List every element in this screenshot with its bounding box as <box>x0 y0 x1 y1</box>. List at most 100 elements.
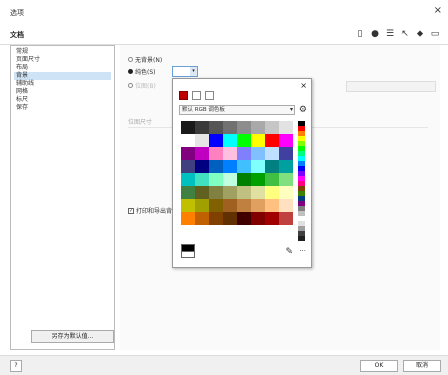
color-swatch[interactable] <box>279 186 293 199</box>
tree-item[interactable]: 网格 <box>14 88 111 96</box>
color-swatch[interactable] <box>181 147 195 160</box>
color-swatch[interactable] <box>237 147 251 160</box>
color-swatch[interactable] <box>279 147 293 160</box>
color-swatch[interactable] <box>209 186 223 199</box>
color-swatch[interactable] <box>181 186 195 199</box>
cancel-button[interactable]: 取消 <box>403 360 441 372</box>
color-swatch[interactable] <box>279 121 293 134</box>
color-swatch[interactable] <box>265 199 279 212</box>
browse-button[interactable] <box>346 81 436 92</box>
tree-item[interactable]: 页面尺寸 <box>14 56 111 64</box>
tree-item[interactable]: 辅助线 <box>14 80 111 88</box>
color-swatch[interactable] <box>181 212 195 225</box>
pin-icon[interactable]: ⬥ <box>415 28 425 40</box>
tree-item[interactable]: 标尺 <box>14 96 111 104</box>
color-swatch[interactable] <box>195 199 209 212</box>
color-swatch[interactable] <box>223 121 237 134</box>
color-swatch[interactable] <box>195 134 209 147</box>
help-button[interactable]: ? <box>10 360 22 372</box>
more-options-icon[interactable]: ··· <box>299 247 306 255</box>
eyedropper-icon[interactable]: ✎ <box>285 247 293 257</box>
color-swatch[interactable] <box>265 134 279 147</box>
color-swatch[interactable] <box>223 160 237 173</box>
color-swatch[interactable] <box>195 186 209 199</box>
color-swatch[interactable] <box>223 212 237 225</box>
color-swatch[interactable] <box>209 160 223 173</box>
palette-select[interactable]: 默认 RGB 调色板 ▾ <box>179 105 295 115</box>
color-picker-button[interactable]: ▾ <box>172 66 198 77</box>
color-swatch[interactable] <box>237 212 251 225</box>
color-swatch[interactable] <box>237 199 251 212</box>
color-swatch[interactable] <box>181 121 195 134</box>
color-swatch[interactable] <box>237 134 251 147</box>
color-swatch[interactable] <box>237 160 251 173</box>
color-swatch[interactable] <box>279 173 293 186</box>
color-swatch[interactable] <box>209 199 223 212</box>
page-icon[interactable]: ▯ <box>355 28 365 40</box>
color-swatch[interactable] <box>209 121 223 134</box>
color-swatch[interactable] <box>195 173 209 186</box>
color-swatch[interactable] <box>279 212 293 225</box>
color-sliders-tab[interactable] <box>192 91 201 100</box>
color-swatch[interactable] <box>223 186 237 199</box>
pointer-icon[interactable]: ↖ <box>400 28 410 40</box>
color-swatch[interactable] <box>209 212 223 225</box>
tree-item[interactable]: 布局 <box>14 64 111 72</box>
close-icon[interactable]: × <box>300 81 307 90</box>
color-strip-swatch[interactable] <box>298 236 305 241</box>
color-swatch[interactable] <box>251 173 265 186</box>
tree-item[interactable]: 常规 <box>14 48 111 56</box>
color-swatch[interactable] <box>195 121 209 134</box>
color-swatch[interactable] <box>181 134 195 147</box>
color-swatch[interactable] <box>237 186 251 199</box>
color-swatch[interactable] <box>265 173 279 186</box>
monitor-icon[interactable]: ▭ <box>430 28 440 40</box>
color-swatch[interactable] <box>209 147 223 160</box>
color-palettes-tab[interactable] <box>205 91 214 100</box>
color-swatch[interactable] <box>265 121 279 134</box>
gear-icon[interactable]: ⚙ <box>299 105 307 115</box>
color-swatch[interactable] <box>223 134 237 147</box>
color-viewer-tab[interactable] <box>179 91 188 100</box>
checkbox-checked-icon[interactable]: ✓ <box>128 207 134 214</box>
color-swatch[interactable] <box>251 147 265 160</box>
color-swatch[interactable] <box>279 160 293 173</box>
color-swatch[interactable] <box>279 134 293 147</box>
color-swatch[interactable] <box>265 160 279 173</box>
color-swatch[interactable] <box>181 173 195 186</box>
color-swatch[interactable] <box>209 173 223 186</box>
list-icon[interactable]: ☰ <box>385 28 395 40</box>
color-swatch[interactable] <box>251 199 265 212</box>
bitmap-option[interactable]: 位图(B) <box>128 81 156 90</box>
color-swatch[interactable] <box>195 147 209 160</box>
color-swatch[interactable] <box>265 186 279 199</box>
radio-selected-icon[interactable] <box>128 69 133 74</box>
color-swatch[interactable] <box>223 199 237 212</box>
tree-item[interactable]: 背景 <box>14 72 111 80</box>
color-swatch[interactable] <box>181 199 195 212</box>
color-swatch[interactable] <box>209 134 223 147</box>
color-swatch[interactable] <box>265 212 279 225</box>
radio-icon[interactable] <box>128 83 133 88</box>
solid-color-option[interactable]: 纯色(S) <box>128 67 156 76</box>
color-swatch[interactable] <box>223 147 237 160</box>
color-swatch[interactable] <box>251 212 265 225</box>
save-as-default-button[interactable]: 另存为默认值... <box>31 330 114 343</box>
close-icon[interactable]: × <box>434 5 442 16</box>
no-background-option[interactable]: 无背景(N) <box>128 55 162 64</box>
ok-button[interactable]: OK <box>360 360 398 372</box>
radio-icon[interactable] <box>128 57 133 62</box>
color-swatch[interactable] <box>195 160 209 173</box>
color-swatch[interactable] <box>237 173 251 186</box>
color-swatch[interactable] <box>251 186 265 199</box>
color-swatch[interactable] <box>251 134 265 147</box>
color-swatch[interactable] <box>251 121 265 134</box>
color-swatch[interactable] <box>279 199 293 212</box>
color-swatch[interactable] <box>251 160 265 173</box>
color-swatch[interactable] <box>195 212 209 225</box>
color-swatch[interactable] <box>181 160 195 173</box>
color-swatch[interactable] <box>265 147 279 160</box>
tree-item[interactable]: 保存 <box>14 104 111 112</box>
color-swatch[interactable] <box>237 121 251 134</box>
color-swatch[interactable] <box>223 173 237 186</box>
